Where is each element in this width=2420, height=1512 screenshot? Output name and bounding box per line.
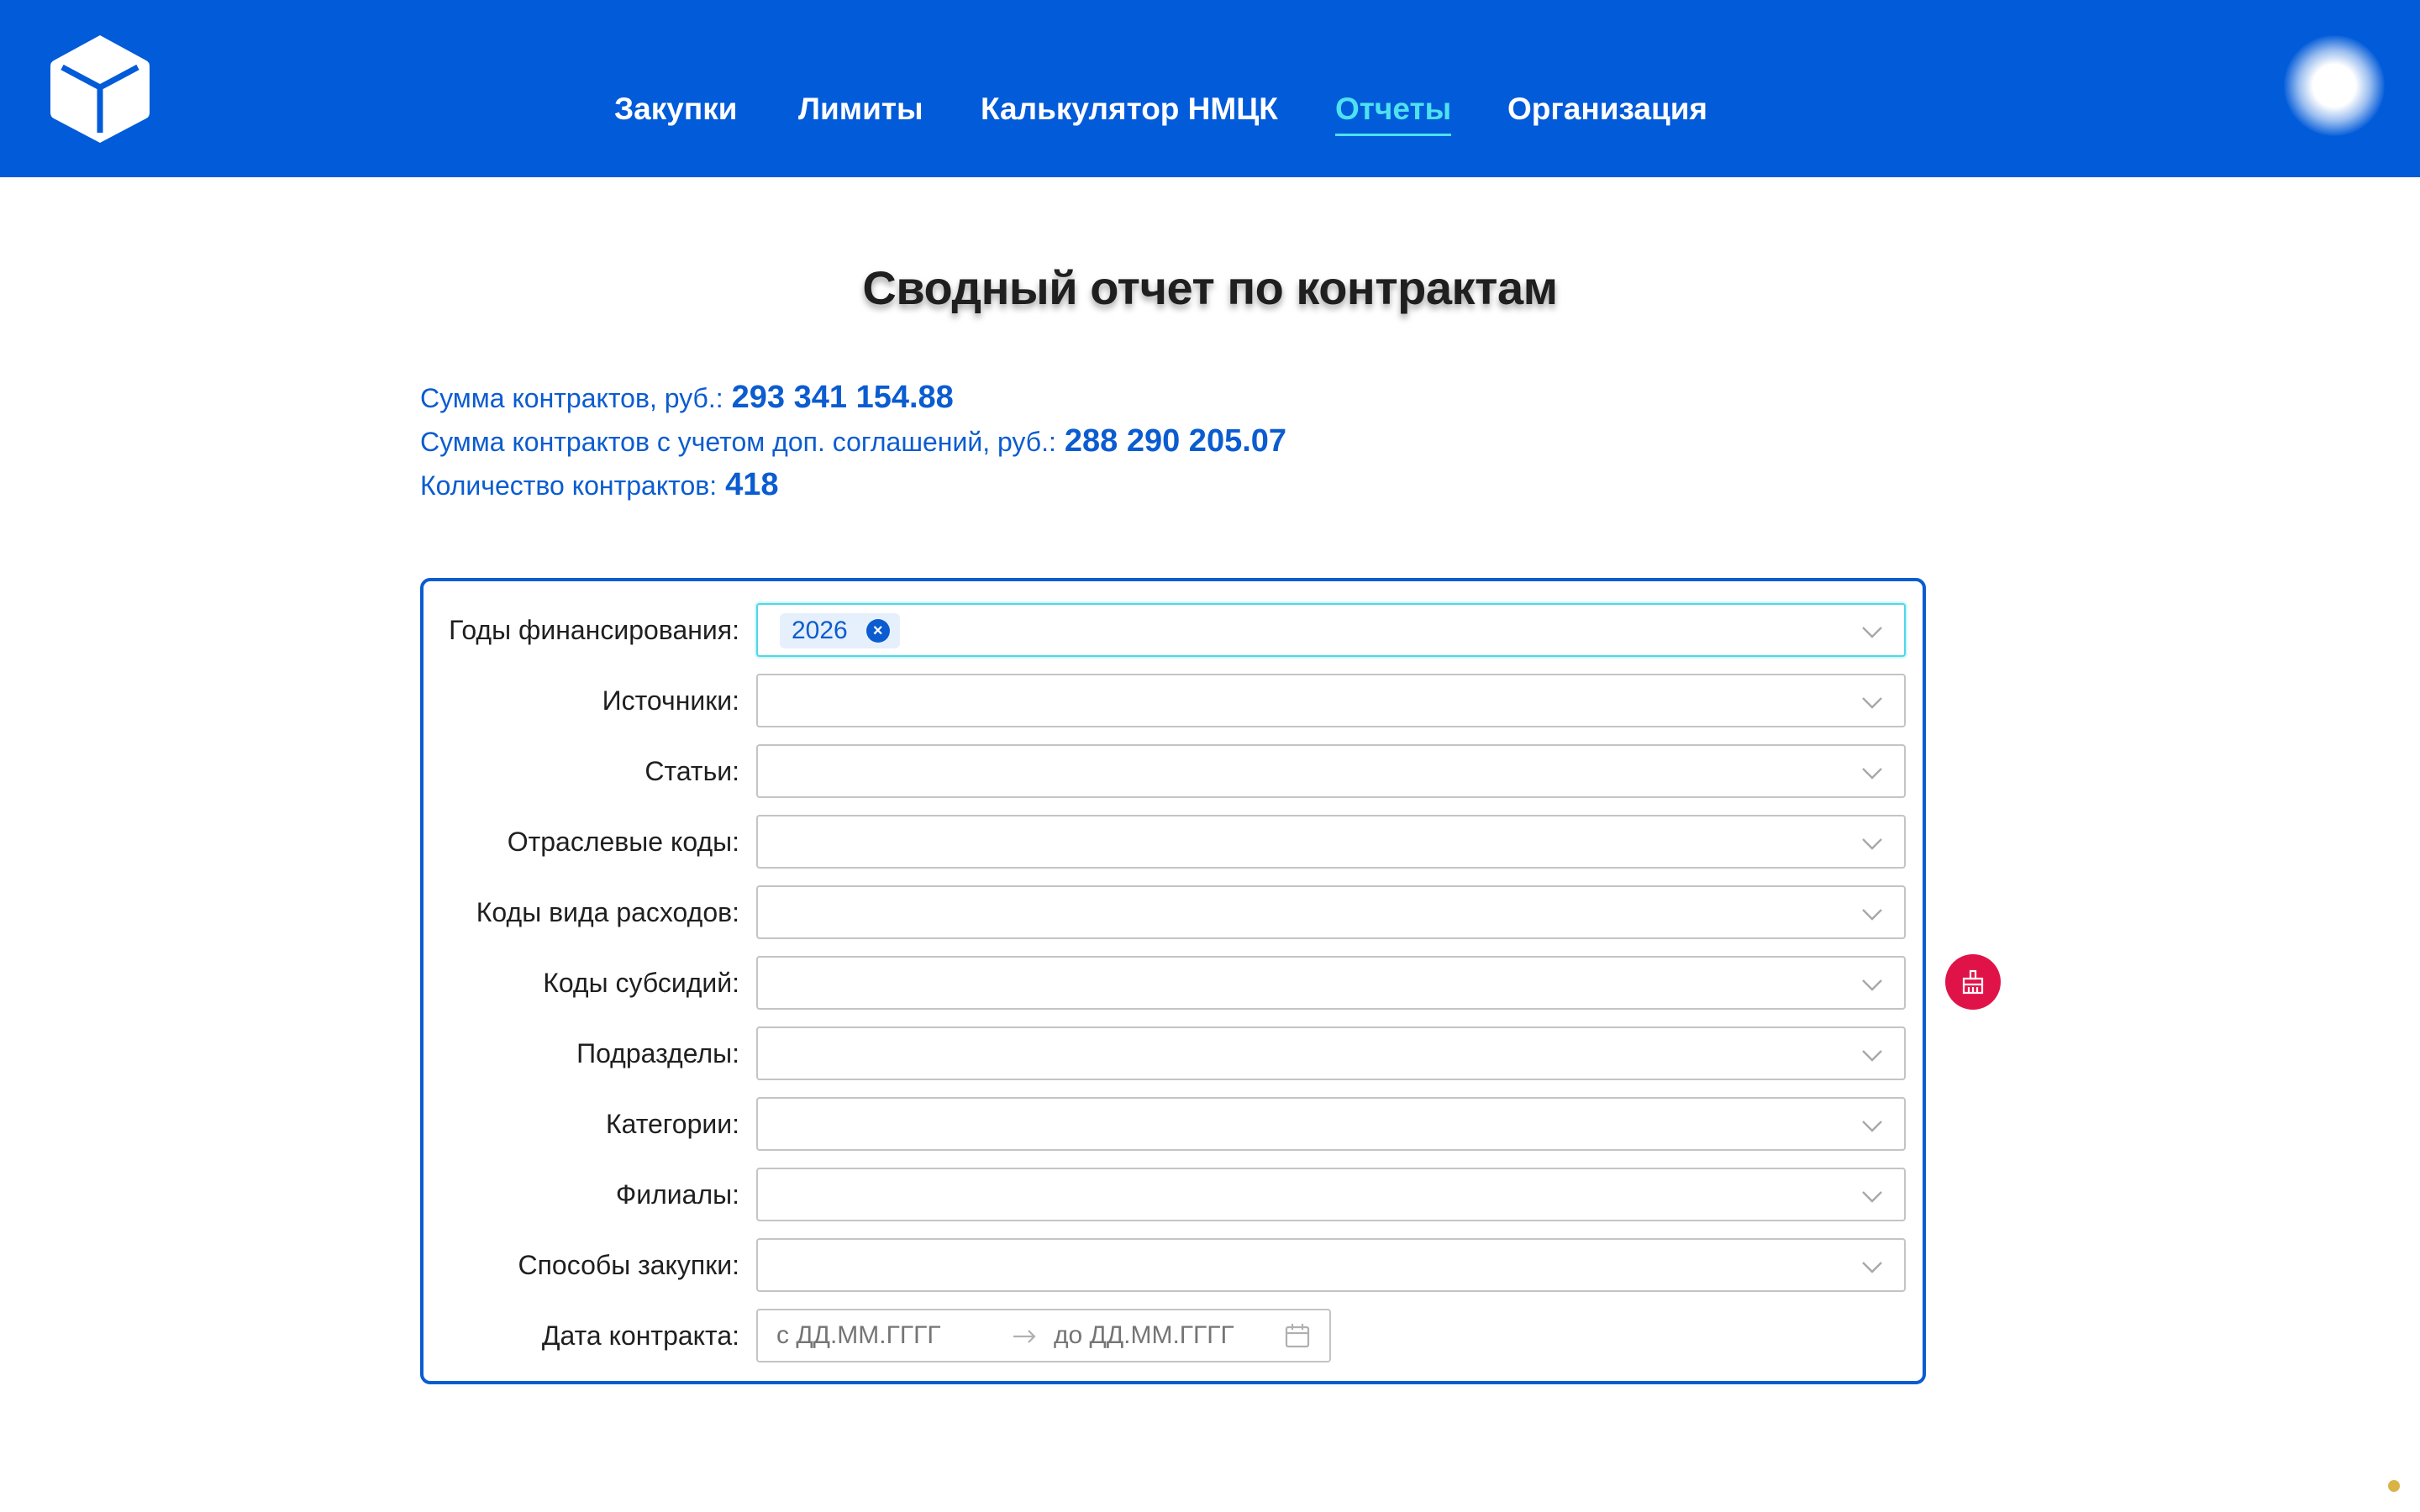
procurement-methods-label: Способы закупки: <box>518 1250 739 1280</box>
nav-item-purchases[interactable]: Закупки <box>614 89 737 129</box>
articles-select[interactable] <box>756 744 1906 798</box>
filter-panel: Годы финансирования: 2026 × Источники: С… <box>420 578 1926 1384</box>
chevron-down-icon <box>1862 697 1882 709</box>
categories-select[interactable] <box>756 1097 1906 1151</box>
branches-label: Филиалы: <box>615 1179 739 1210</box>
nav-item-reports[interactable]: Отчеты <box>1335 89 1452 136</box>
industry-codes-select[interactable] <box>756 815 1906 869</box>
selected-tag-label: 2026 <box>792 617 848 644</box>
filter-row-financing-years: Годы финансирования: 2026 × <box>424 603 1923 657</box>
date-from-input[interactable] <box>776 1310 1003 1361</box>
subsidy-codes-label: Коды субсидий: <box>543 968 739 998</box>
calendar-icon[interactable] <box>1284 1322 1311 1349</box>
summary-row-total: Сумма контрактов, руб.: 293 341 154.88 <box>420 380 1286 423</box>
filter-row-sources: Источники: <box>424 674 1923 727</box>
industry-codes-label: Отраслевые коды: <box>507 827 739 857</box>
summary-count-value: 418 <box>725 467 779 502</box>
filter-row-industry-codes: Отраслевые коды: <box>424 815 1923 869</box>
page-title: Сводный отчет по контрактам <box>862 261 1558 314</box>
chevron-down-icon <box>1862 627 1882 638</box>
filter-row-contract-date: Дата контракта: <box>424 1309 1923 1362</box>
date-to-input[interactable] <box>1054 1310 1272 1361</box>
contract-date-range-picker[interactable] <box>756 1309 1331 1362</box>
financing-years-select[interactable]: 2026 × <box>756 603 1906 657</box>
articles-label: Статьи: <box>644 756 739 786</box>
filter-row-articles: Статьи: <box>424 744 1923 798</box>
chevron-down-icon <box>1862 909 1882 921</box>
nav-item-organization[interactable]: Организация <box>1507 89 1707 129</box>
status-dot <box>2388 1480 2400 1492</box>
filter-row-subdivisions: Подразделы: <box>424 1026 1923 1080</box>
summary-total-with-agreements-label: Сумма контрактов с учетом доп. соглашени… <box>420 427 1056 457</box>
expense-type-codes-label: Коды вида расходов: <box>476 897 739 927</box>
chevron-down-icon <box>1862 1050 1882 1062</box>
subsidy-codes-select[interactable] <box>756 956 1906 1010</box>
chevron-down-icon <box>1862 768 1882 780</box>
nav-item-nmck-calculator[interactable]: Калькулятор НМЦК <box>981 89 1278 129</box>
financing-years-label: Годы финансирования: <box>449 615 739 645</box>
chevron-down-icon <box>1862 838 1882 850</box>
summary-total-value: 293 341 154.88 <box>731 380 954 415</box>
subdivisions-label: Подразделы: <box>576 1038 739 1068</box>
avatar[interactable] <box>2284 35 2385 136</box>
tag-remove-icon[interactable]: × <box>865 619 890 643</box>
chevron-down-icon <box>1862 1262 1882 1273</box>
arrow-right-icon <box>1013 1330 1036 1343</box>
filter-row-expense-type-codes: Коды вида расходов: <box>424 885 1923 939</box>
filter-row-subsidy-codes: Коды субсидий: <box>424 956 1923 1010</box>
summary-total-with-agreements-value: 288 290 205.07 <box>1064 423 1287 459</box>
branches-select[interactable] <box>756 1168 1906 1221</box>
summary-block: Сумма контрактов, руб.: 293 341 154.88 С… <box>420 380 1286 511</box>
chevron-down-icon <box>1862 1121 1882 1132</box>
clear-filters-button[interactable] <box>1945 954 2001 1010</box>
sources-label: Источники: <box>602 685 739 716</box>
broom-icon <box>1962 969 1984 995</box>
chevron-down-icon <box>1862 1191 1882 1203</box>
filter-row-categories: Категории: <box>424 1097 1923 1151</box>
summary-row-total-with-agreements: Сумма контрактов с учетом доп. соглашени… <box>420 423 1286 467</box>
filter-row-branches: Филиалы: <box>424 1168 1923 1221</box>
categories-label: Категории: <box>605 1109 739 1139</box>
nav-item-limits[interactable]: Лимиты <box>798 89 923 129</box>
procurement-methods-select[interactable] <box>756 1238 1906 1292</box>
chevron-down-icon <box>1862 979 1882 991</box>
filter-row-procurement-methods: Способы закупки: <box>424 1238 1923 1292</box>
sources-select[interactable] <box>756 674 1906 727</box>
main-nav: Закупки Лимиты Калькулятор НМЦК Отчеты О… <box>0 0 2420 177</box>
summary-total-label: Сумма контрактов, руб.: <box>420 383 723 413</box>
summary-row-count: Количество контрактов: 418 <box>420 467 1286 511</box>
top-navigation-bar: Закупки Лимиты Калькулятор НМЦК Отчеты О… <box>0 0 2420 177</box>
expense-type-codes-select[interactable] <box>756 885 1906 939</box>
selected-tag: 2026 × <box>780 613 900 648</box>
subdivisions-select[interactable] <box>756 1026 1906 1080</box>
contract-date-label: Дата контракта: <box>541 1320 739 1351</box>
summary-count-label: Количество контрактов: <box>420 470 718 501</box>
